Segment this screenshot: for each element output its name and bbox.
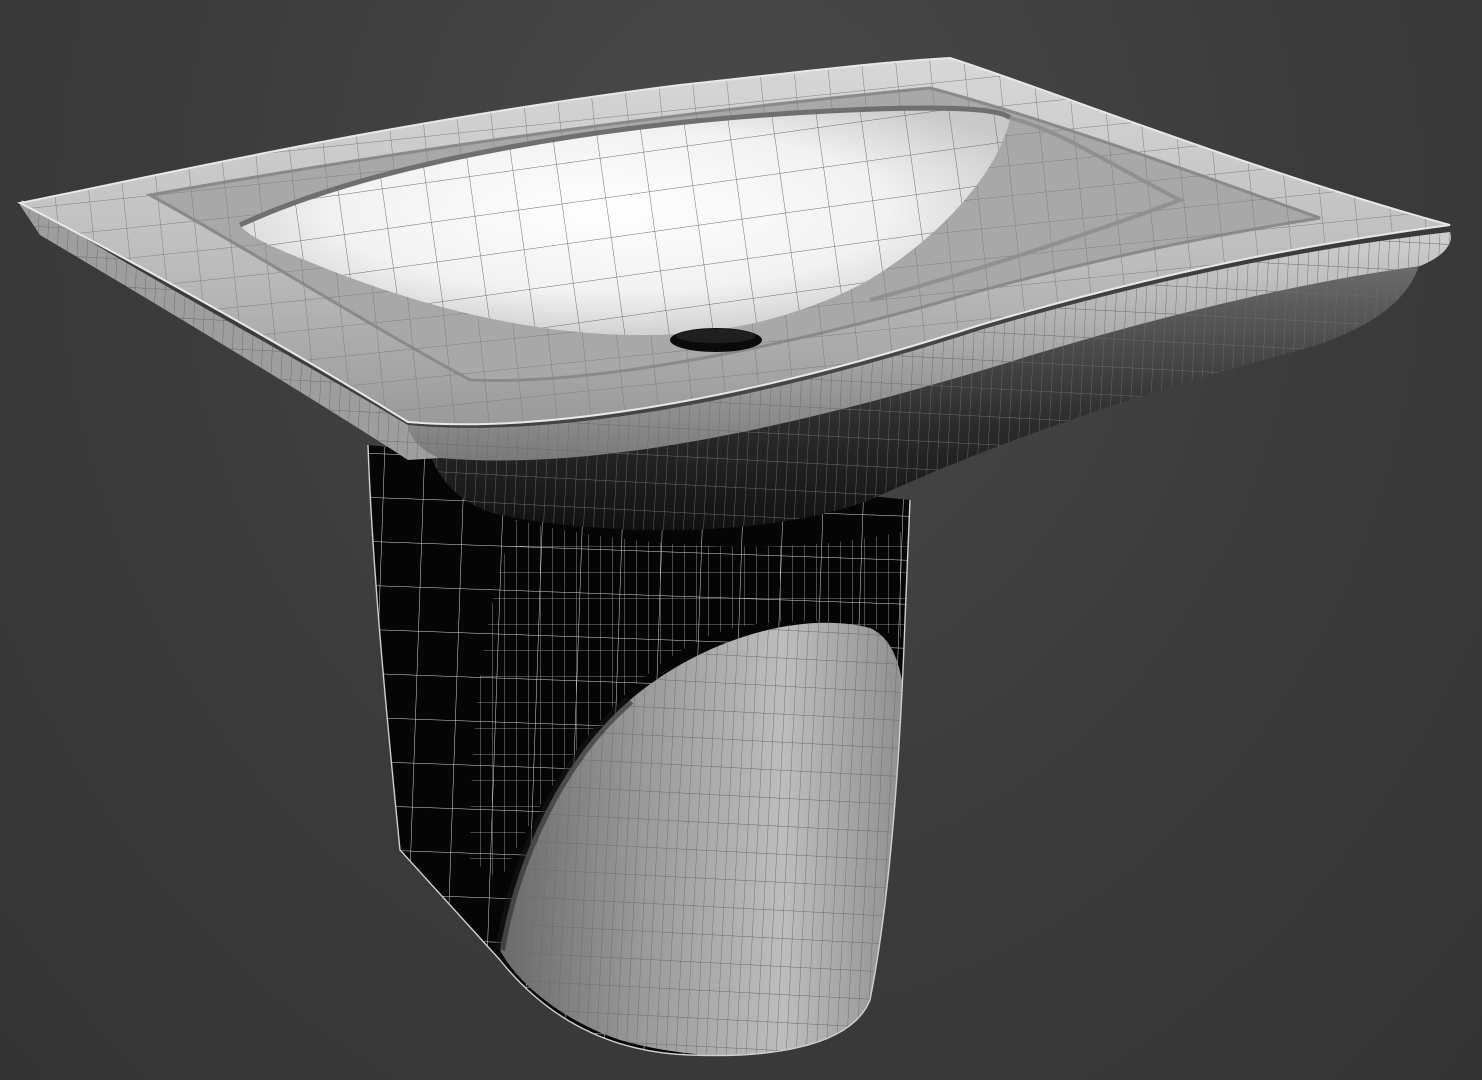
semi-pedestal[interactable] [367,444,911,1057]
viewport-3d[interactable] [0,0,1482,1080]
drain-hole-icon [670,328,762,352]
model-canvas[interactable] [0,0,1482,1080]
